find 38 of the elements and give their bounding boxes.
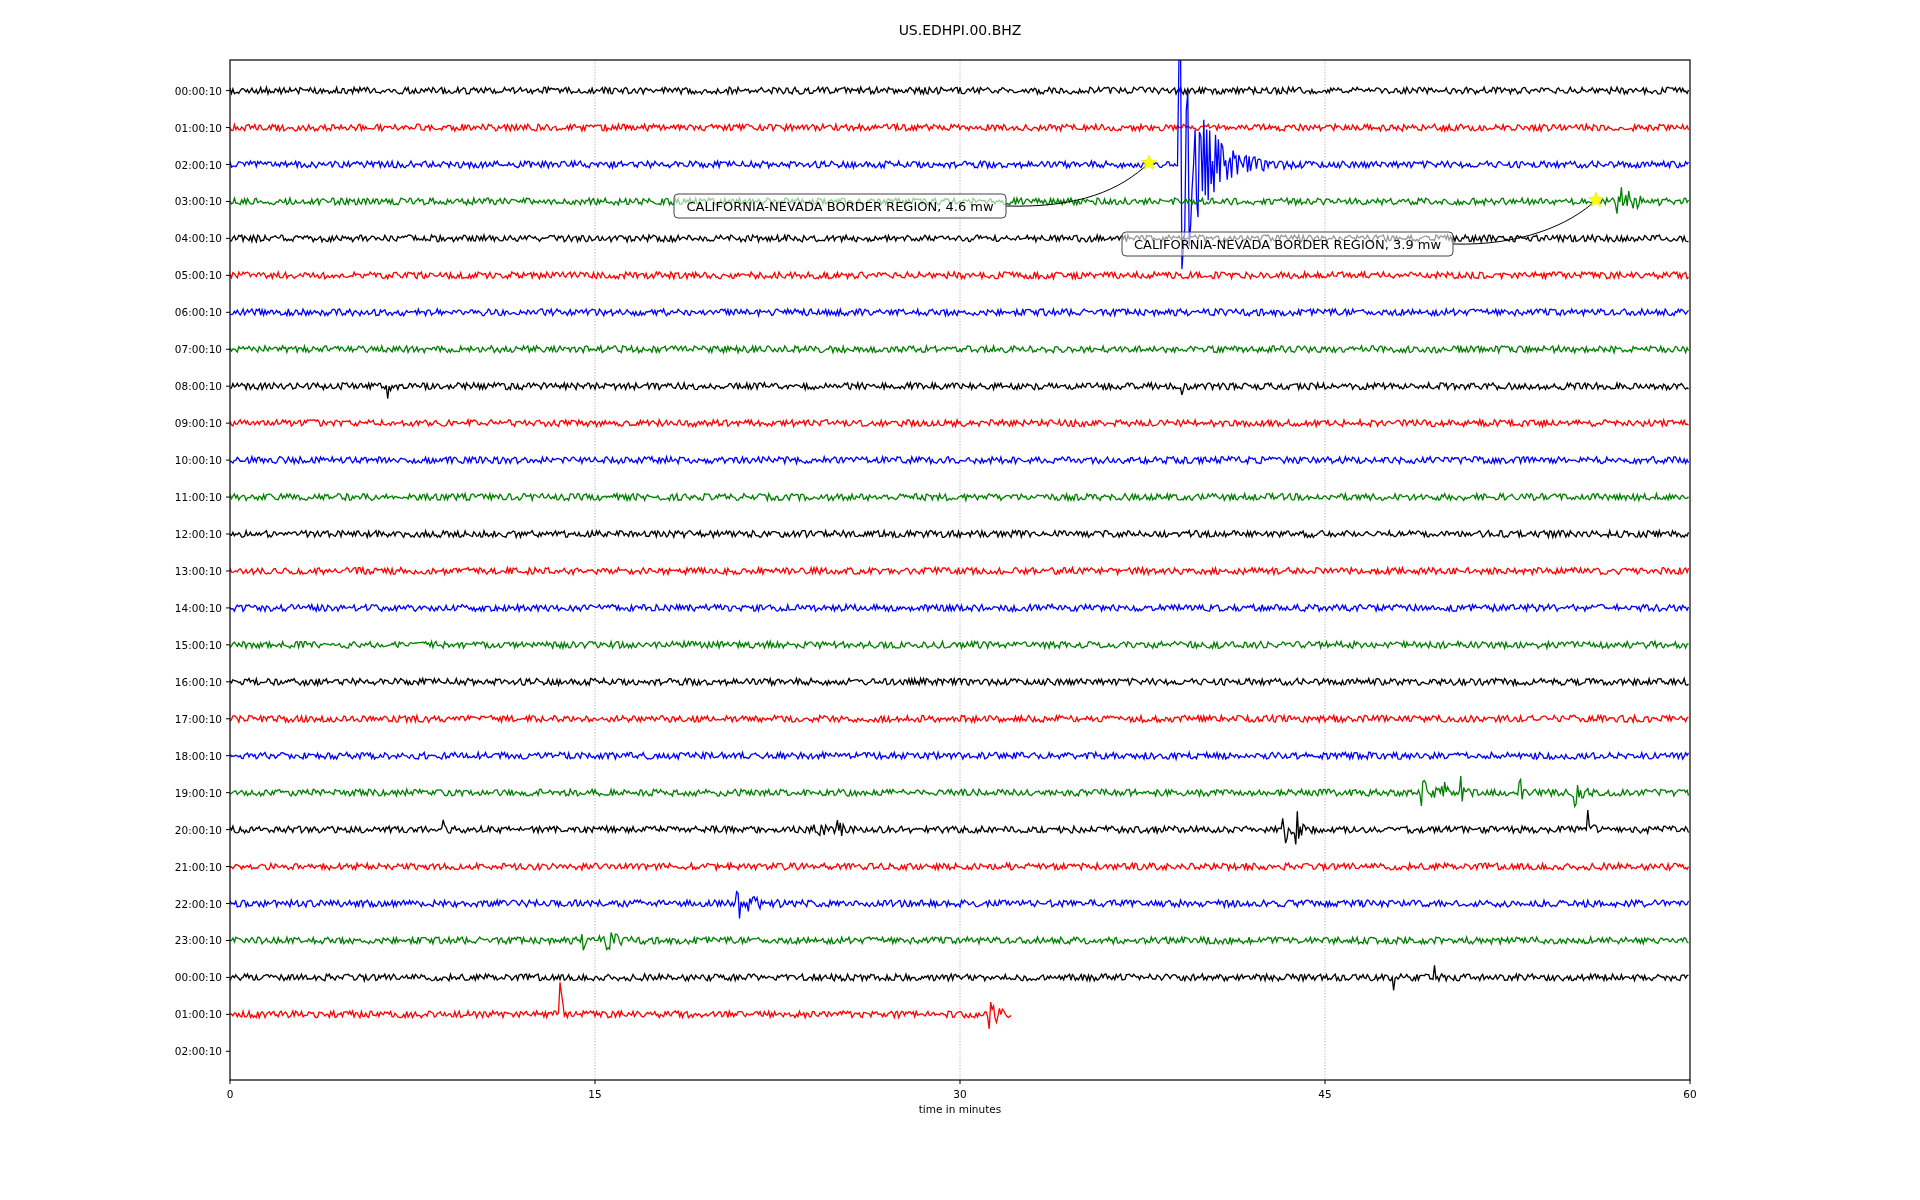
star-icon	[1141, 154, 1157, 170]
star-icon	[1588, 191, 1604, 207]
event-label: CALIFORNIA-NEVADA BORDER REGION, 3.9 mw	[1121, 231, 1454, 257]
y-tick-label: 06:00:10	[174, 306, 222, 319]
y-tick-label: 00:00:10	[174, 84, 222, 97]
y-tick-label: 01:00:10	[174, 1008, 222, 1021]
x-axis-label: time in minutes	[918, 1103, 1002, 1115]
x-tick-label: 45	[1318, 1088, 1332, 1100]
y-tick-label: 17:00:10	[174, 712, 222, 725]
y-tick-label: 12:00:10	[174, 528, 222, 540]
x-tick-label: 30	[953, 1088, 967, 1100]
y-tick-label: 02:00:10	[174, 1045, 222, 1058]
x-tick-label: 0	[226, 1088, 234, 1100]
y-tick-label: 19:00:10	[174, 786, 222, 799]
y-tick-label: 15:00:10	[174, 638, 222, 651]
y-tick-label: 20:00:10	[174, 823, 222, 836]
y-tick-label: 03:00:10	[174, 195, 222, 208]
y-tick-label: 10:00:10	[174, 454, 222, 467]
y-tick-label: 22:00:10	[174, 897, 222, 910]
x-tick-label: 15	[588, 1088, 602, 1100]
y-tick-label: 09:00:10	[174, 417, 222, 430]
plot-title: US.EDHPI.00.BHZ	[898, 22, 1022, 38]
y-tick-label: 08:00:10	[174, 380, 222, 393]
y-tick-label: 13:00:10	[174, 564, 222, 577]
y-tick-label: 05:00:10	[174, 269, 222, 282]
y-tick-label: 07:00:10	[174, 343, 222, 356]
y-tick-label: 14:00:10	[174, 601, 222, 614]
y-tick-label: 11:00:10	[174, 491, 222, 504]
y-tick-label: 21:00:10	[174, 860, 222, 873]
event-label: CALIFORNIA-NEVADA BORDER REGION, 4.6 mw	[673, 193, 1007, 219]
y-tick-label: 00:00:10	[174, 971, 222, 984]
x-tick-label: 60	[1683, 1088, 1697, 1100]
y-tick-label: 16:00:10	[174, 675, 222, 688]
y-tick-label: 18:00:10	[174, 749, 222, 762]
y-tick-label: 01:00:10	[174, 121, 222, 134]
y-tick-label: 02:00:10	[174, 158, 222, 171]
y-tick-label: 04:00:10	[174, 232, 222, 245]
y-tick-label: 23:00:10	[174, 934, 222, 947]
